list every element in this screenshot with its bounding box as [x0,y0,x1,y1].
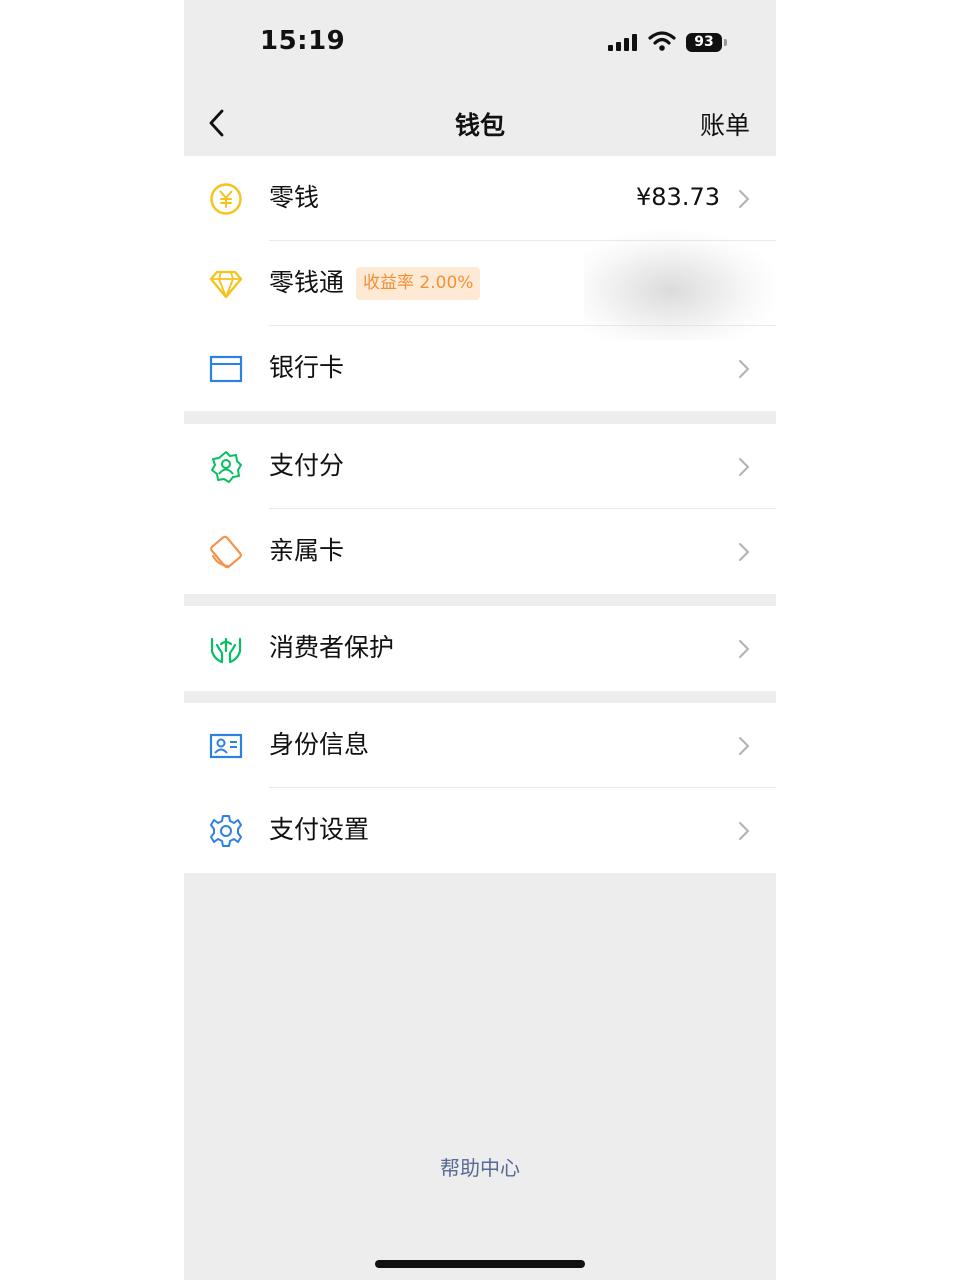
family-card-label: 亲属卡 [269,536,345,565]
battery-tip [724,39,727,46]
wallet-screen: 15:19 93 钱包 账单 零钱 ¥83.73 零钱通 收益率 2.00% 银… [184,0,776,1280]
family-card-icon [210,535,242,569]
diamond-icon [209,270,243,299]
lingqiantong-label: 零钱通 [269,268,345,297]
page-title: 钱包 [454,111,505,140]
help-center-link[interactable]: 帮助中心 [184,1152,776,1181]
chevron-right-icon [739,737,749,755]
bank-card-label: 银行卡 [269,353,345,382]
bill-button[interactable]: 账单 [700,106,750,142]
settings-group: 身份信息 支付设置 [184,703,776,873]
identity-label: 身份信息 [269,730,370,759]
pay-settings-row[interactable]: 支付设置 [184,788,776,873]
yield-rate-badge: 收益率 2.00% [356,267,481,300]
yuan-coin-icon [210,183,242,215]
bank-card-icon [209,355,243,383]
consumer-protection-label: 消费者保护 [269,633,395,662]
identity-row[interactable]: 身份信息 [184,703,776,788]
pay-score-icon [211,451,242,483]
services-group: 支付分 亲属卡 [184,424,776,594]
redaction-smudge [584,230,776,340]
chevron-right-icon [739,458,749,476]
pay-score-row[interactable]: 支付分 [184,424,776,509]
consumer-protection-icon [210,637,242,664]
status-bar: 15:19 93 [184,0,776,88]
chevron-right-icon [739,190,749,208]
balance-row[interactable]: 零钱 ¥83.73 [184,156,776,241]
family-card-row[interactable]: 亲属卡 [184,509,776,594]
chevron-right-icon [739,822,749,840]
wifi-icon [648,31,676,51]
protection-group: 消费者保护 [184,606,776,691]
balance-label: 零钱 [269,183,320,212]
pay-score-label: 支付分 [269,451,345,480]
chevron-right-icon [739,360,749,378]
chevron-right-icon [739,640,749,658]
home-indicator[interactable] [375,1260,585,1268]
status-time: 15:19 [260,26,346,56]
id-card-icon [209,733,243,759]
nav-bar: 钱包 账单 [184,88,776,156]
gear-icon [210,815,242,847]
balance-amount: ¥83.73 [636,183,720,211]
pay-settings-label: 支付设置 [269,815,370,844]
battery-icon: 93 [686,33,722,52]
consumer-protection-row[interactable]: 消费者保护 [184,606,776,691]
chevron-right-icon [739,543,749,561]
cellular-signal-icon [608,33,637,51]
